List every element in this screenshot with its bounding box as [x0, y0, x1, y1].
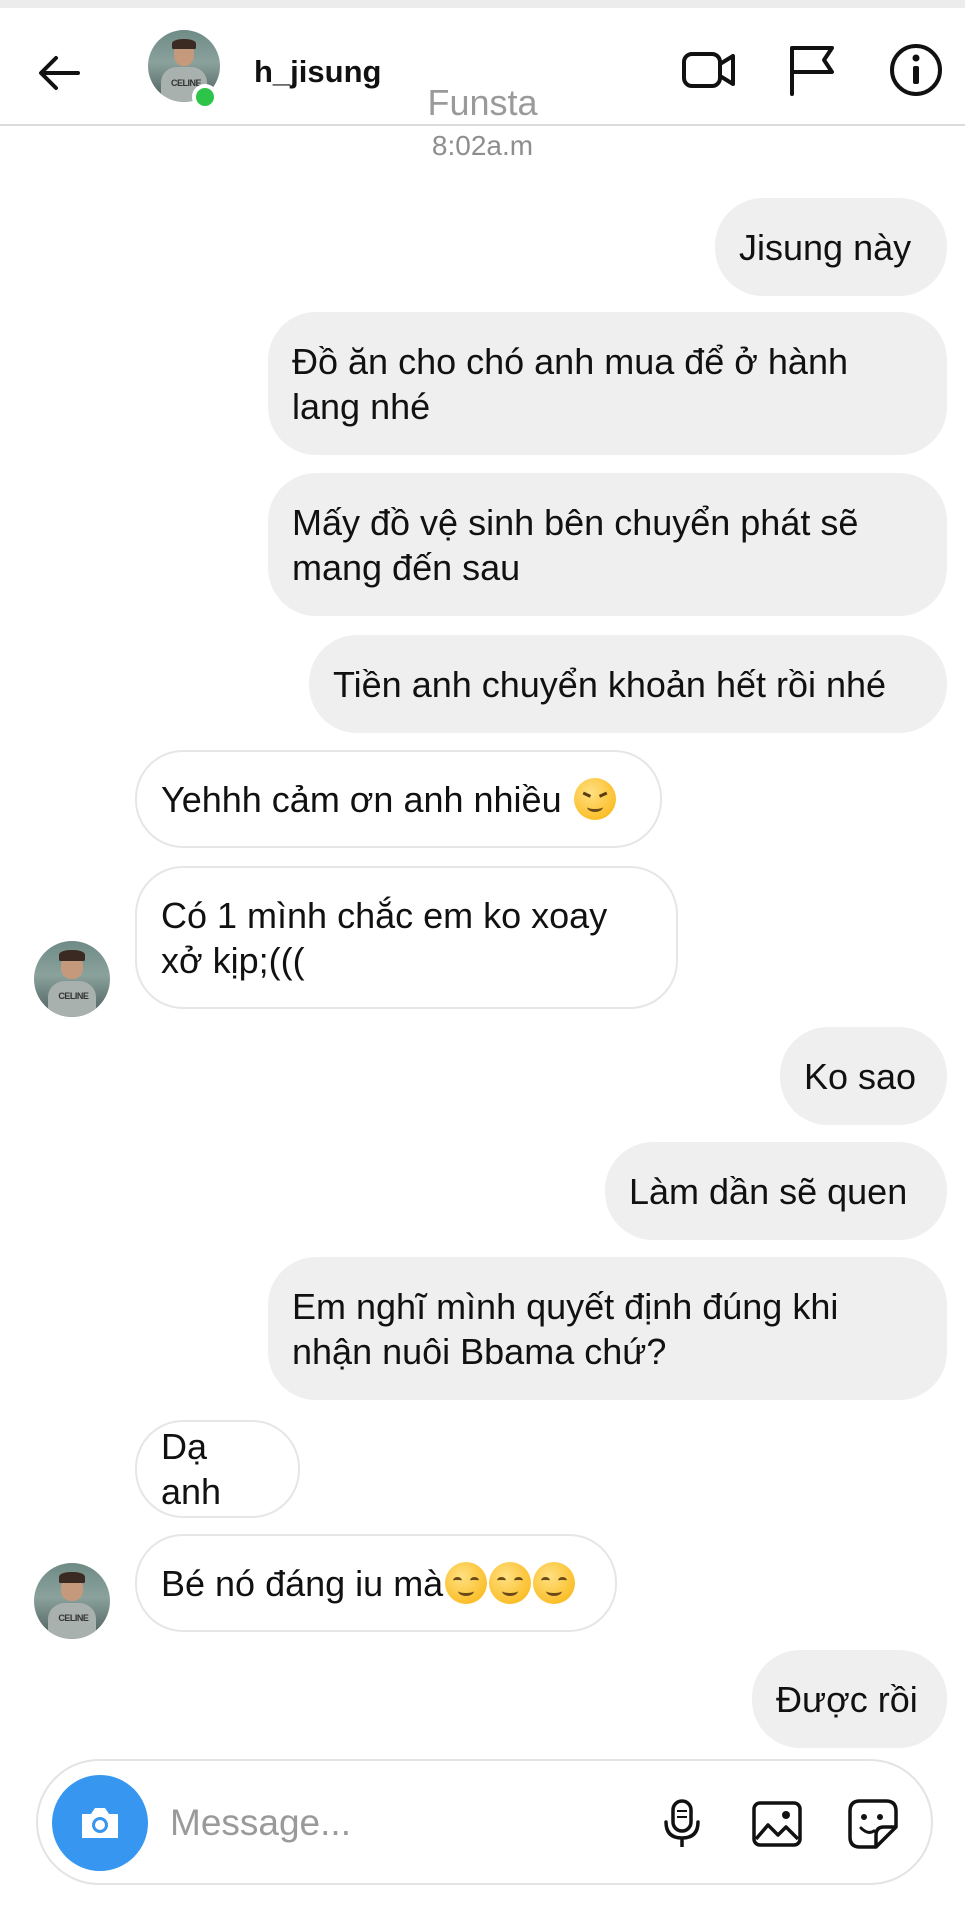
- message-timestamp: 8:02a.m: [431, 130, 534, 161]
- message-bubble-sent[interactable]: Đồ ăn cho chó anh mua để ở hành lang nhé: [268, 312, 947, 455]
- message-bubble-received[interactable]: Bé nó đáng iu mà: [135, 1534, 617, 1632]
- message-text: Tiền anh chuyển khoản hết rồi nhé: [333, 663, 887, 705]
- message-text: Mấy đồ vệ sinh bên chuyển phát sẽ mang đ…: [292, 501, 859, 588]
- message-bubble-sent[interactable]: Jisung này: [715, 198, 947, 296]
- message-composer: [36, 1759, 933, 1885]
- smiling-face-emoji: [445, 1562, 488, 1604]
- message-input[interactable]: [168, 1791, 632, 1855]
- message-bubble-sent[interactable]: Mấy đồ vệ sinh bên chuyển phát sẽ mang đ…: [268, 473, 947, 616]
- message-text: Làm dần sẽ quen: [629, 1170, 908, 1212]
- message-text: Dạ anh: [161, 1426, 222, 1512]
- camera-icon: [82, 1808, 118, 1838]
- message-bubble-received[interactable]: Dạ anh: [135, 1420, 300, 1518]
- microphone-icon[interactable]: [655, 1797, 709, 1851]
- message-text: Bé nó đáng iu mà: [161, 1562, 444, 1604]
- message-bubble-received[interactable]: Yehhh cảm ơn anh nhiều: [135, 750, 662, 848]
- message-text: Em nghĩ mình quyết định đúng khi nhận nu…: [292, 1285, 839, 1372]
- message-text: Đồ ăn cho chó anh mua để ở hành lang nhé: [292, 340, 848, 427]
- message-bubble-received[interactable]: Có 1 mình chắc em ko xoay xở kịp;(((: [135, 866, 678, 1009]
- message-bubble-sent[interactable]: Ko sao: [780, 1027, 947, 1125]
- message-text: Jisung này: [739, 226, 912, 268]
- gallery-icon[interactable]: [750, 1797, 804, 1851]
- sticker-icon[interactable]: [846, 1797, 900, 1851]
- message-text: Ko sao: [804, 1055, 917, 1097]
- camera-button[interactable]: [52, 1775, 148, 1871]
- message-text: Yehhh cảm ơn anh nhiều: [161, 778, 562, 820]
- squinting-face-emoji: [573, 778, 616, 820]
- message-text: Được rồi: [776, 1678, 918, 1720]
- smiling-face-emoji: [489, 1562, 532, 1604]
- message-bubble-sent[interactable]: Làm dần sẽ quen: [605, 1142, 947, 1240]
- sender-avatar[interactable]: CELINE: [34, 1563, 110, 1639]
- watermark-text: Funsta: [427, 82, 538, 123]
- message-bubble-sent[interactable]: Em nghĩ mình quyết định đúng khi nhận nu…: [268, 1257, 947, 1400]
- message-text: Có 1 mình chắc em ko xoay xở kịp;(((: [161, 894, 608, 981]
- message-bubble-sent[interactable]: Được rồi: [752, 1650, 947, 1748]
- message-bubble-sent[interactable]: Tiền anh chuyển khoản hết rồi nhé: [309, 635, 947, 733]
- smiling-face-emoji: [533, 1562, 576, 1604]
- sender-avatar[interactable]: CELINE: [34, 941, 110, 1017]
